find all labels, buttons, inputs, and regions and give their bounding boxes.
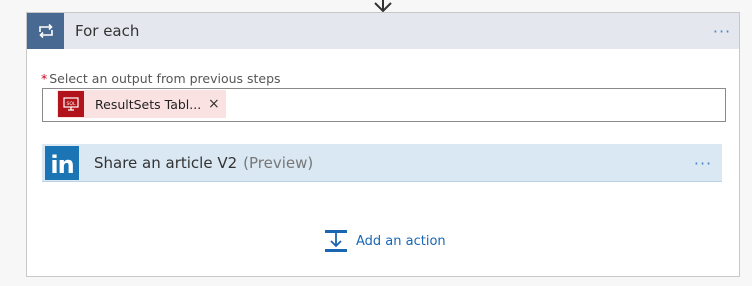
add-action-button[interactable]: Add an action (324, 229, 446, 253)
action-more-options-button[interactable]: ··· (690, 153, 716, 173)
action-title: Share an article V2 (Preview) (94, 144, 313, 182)
remove-token-button[interactable]: × (208, 97, 220, 111)
add-action-label: Add an action (356, 233, 446, 249)
sql-icon: SQL (58, 91, 84, 117)
foreach-header[interactable]: For each ··· (27, 13, 739, 49)
loop-icon (27, 13, 64, 49)
action-title-text: Share an article V2 (94, 154, 238, 172)
output-token[interactable]: SQL ResultSets Tabl... × (57, 90, 226, 118)
select-output-label-text: Select an output from previous steps (49, 71, 281, 86)
required-marker: * (41, 71, 48, 86)
svg-text:SQL: SQL (67, 101, 76, 107)
select-output-label: * Select an output from previous steps (41, 71, 281, 86)
preview-badge: (Preview) (243, 154, 314, 172)
share-article-action-card[interactable]: in Share an article V2 (Preview) ··· (42, 144, 722, 182)
output-token-label: ResultSets Tabl... (95, 96, 202, 112)
foreach-card: For each ··· * Select an output from prev… (26, 12, 740, 277)
linkedin-icon: in (45, 146, 79, 180)
add-action-icon (325, 230, 347, 252)
select-output-input[interactable]: SQL ResultSets Tabl... × (42, 88, 726, 122)
foreach-more-options-button[interactable]: ··· (709, 21, 735, 41)
foreach-title: For each (75, 22, 140, 40)
